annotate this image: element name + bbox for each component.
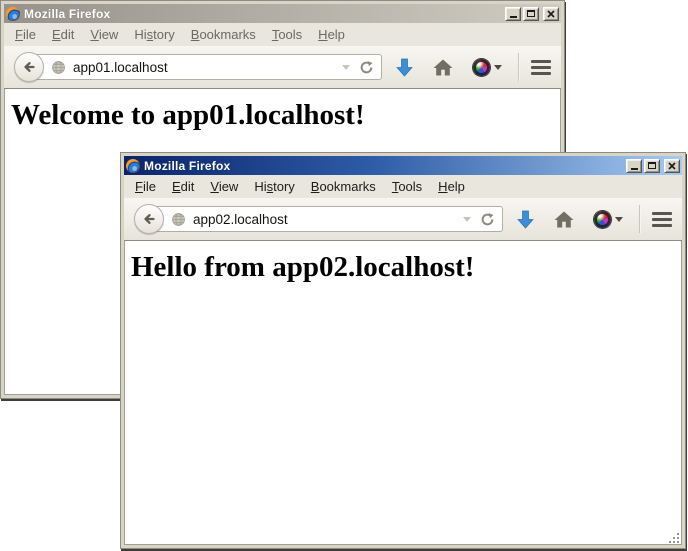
close-button[interactable] — [664, 159, 680, 173]
minimize-button[interactable] — [505, 7, 521, 21]
menu-bar: File Edit View History Bookmarks Tools H… — [4, 23, 561, 46]
back-arrow-icon — [21, 59, 37, 75]
navigation-toolbar: app01.localhost — [4, 46, 561, 89]
maximize-icon — [527, 10, 535, 17]
titlebar[interactable]: Mozilla Firefox — [4, 4, 561, 23]
menu-bookmarks[interactable]: Bookmarks — [183, 24, 264, 45]
firefox-logo-icon — [6, 7, 20, 21]
site-identity-globe-icon[interactable] — [51, 60, 66, 75]
minimize-icon — [631, 168, 638, 170]
url-bar[interactable]: app01.localhost — [28, 54, 382, 80]
minimize-icon — [510, 16, 517, 18]
addon-button[interactable] — [594, 211, 623, 228]
menu-tools[interactable]: Tools — [264, 24, 310, 45]
color-wheel-icon — [473, 59, 490, 76]
firefox-logo-icon — [126, 159, 140, 173]
hamburger-icon — [652, 212, 672, 227]
addon-dropdown-caret-icon — [615, 217, 623, 222]
addon-button[interactable] — [473, 59, 502, 76]
back-arrow-icon — [141, 211, 157, 227]
menu-file[interactable]: File — [127, 176, 164, 197]
desktop: Mozilla Firefox File Edit View History B… — [0, 0, 688, 551]
close-icon — [668, 162, 676, 170]
app-menu-button[interactable] — [531, 60, 551, 75]
menu-view[interactable]: View — [202, 176, 246, 197]
page-heading: Hello from app02.localhost! — [131, 251, 681, 284]
firefox-window-app02: Mozilla Firefox File Edit View History B… — [120, 152, 686, 549]
url-text: app02.localhost — [193, 212, 456, 227]
home-button[interactable] — [554, 211, 574, 228]
url-history-dropdown-icon[interactable] — [463, 217, 471, 222]
download-button[interactable] — [517, 210, 534, 229]
window-title: Mozilla Firefox — [24, 7, 501, 21]
menu-history[interactable]: History — [246, 176, 302, 197]
back-button[interactable] — [134, 204, 164, 234]
app-menu-button[interactable] — [652, 212, 672, 227]
navigation-toolbar: app02.localhost — [124, 198, 682, 241]
titlebar[interactable]: Mozilla Firefox — [124, 156, 682, 175]
menu-help[interactable]: Help — [430, 176, 473, 197]
toolbar-separator — [639, 205, 640, 233]
hamburger-icon — [531, 60, 551, 75]
home-icon — [554, 211, 574, 228]
menu-bar: File Edit View History Bookmarks Tools H… — [124, 175, 682, 198]
back-button[interactable] — [14, 52, 44, 82]
resize-grip[interactable] — [668, 532, 681, 545]
window-controls — [505, 7, 559, 21]
download-icon — [517, 210, 534, 229]
home-button[interactable] — [433, 59, 453, 76]
download-button[interactable] — [396, 58, 413, 77]
download-icon — [396, 58, 413, 77]
addon-dropdown-caret-icon — [494, 65, 502, 70]
url-bar[interactable]: app02.localhost — [148, 206, 503, 232]
maximize-button[interactable] — [523, 7, 539, 21]
close-icon — [547, 10, 555, 18]
toolbar-separator — [518, 53, 519, 81]
reload-icon[interactable] — [359, 60, 374, 75]
menu-view[interactable]: View — [82, 24, 126, 45]
home-icon — [433, 59, 453, 76]
url-history-dropdown-icon[interactable] — [342, 65, 350, 70]
site-identity-globe-icon[interactable] — [171, 212, 186, 227]
window-title: Mozilla Firefox — [144, 159, 622, 173]
page-content: Hello from app02.localhost! — [124, 241, 682, 545]
reload-icon[interactable] — [480, 212, 495, 227]
page-heading: Welcome to app01.localhost! — [11, 99, 560, 132]
menu-bookmarks[interactable]: Bookmarks — [303, 176, 384, 197]
color-wheel-icon — [594, 211, 611, 228]
menu-help[interactable]: Help — [310, 24, 353, 45]
menu-edit[interactable]: Edit — [164, 176, 202, 197]
menu-tools[interactable]: Tools — [384, 176, 430, 197]
close-button[interactable] — [543, 7, 559, 21]
maximize-icon — [648, 162, 656, 169]
maximize-button[interactable] — [644, 159, 660, 173]
window-controls — [626, 159, 680, 173]
menu-file[interactable]: File — [7, 24, 44, 45]
menu-edit[interactable]: Edit — [44, 24, 82, 45]
menu-history[interactable]: History — [126, 24, 182, 45]
url-text: app01.localhost — [73, 60, 335, 75]
minimize-button[interactable] — [626, 159, 642, 173]
